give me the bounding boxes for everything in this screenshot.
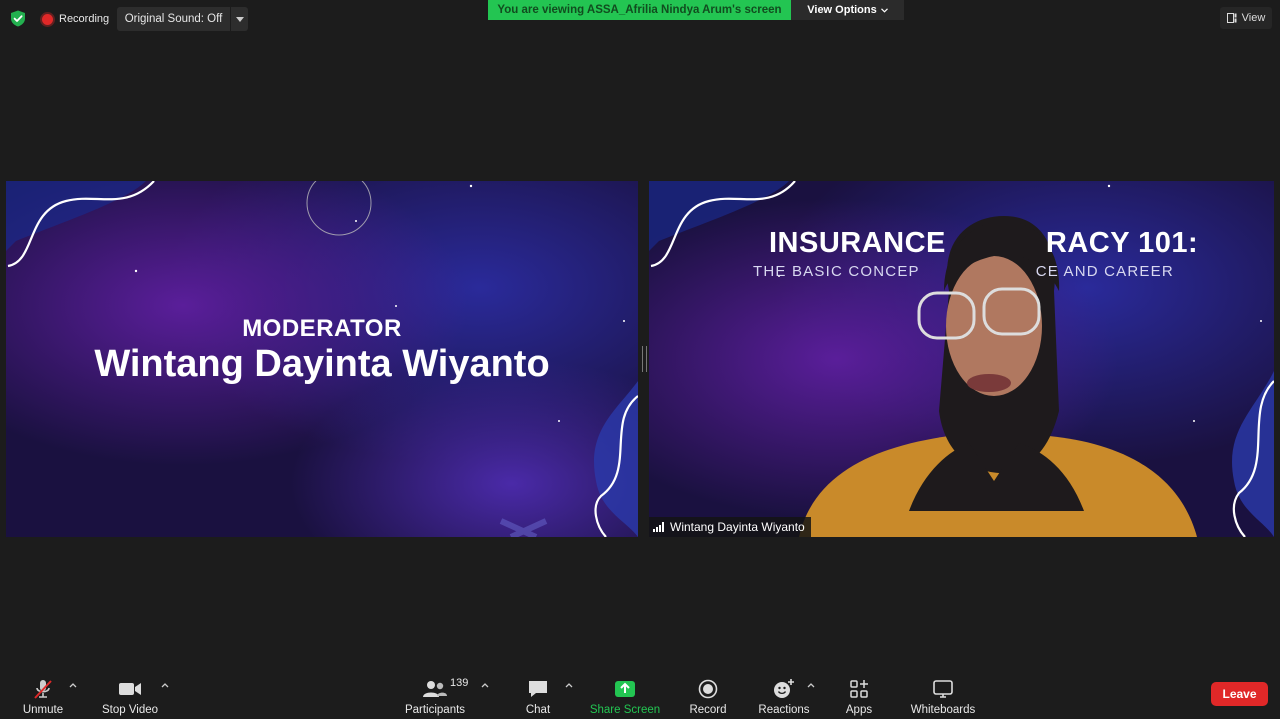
view-options-button[interactable]: View Options xyxy=(791,0,904,20)
view-label: View xyxy=(1241,12,1266,24)
stop-video-label: Stop Video xyxy=(101,704,159,716)
chat-label: Chat xyxy=(525,704,551,716)
record-button[interactable]: Record xyxy=(686,672,730,716)
viewing-screen-text: You are viewing ASSA_Afrilia Nindya Arum… xyxy=(497,4,782,16)
original-sound-label: Original Sound: Off xyxy=(124,13,223,25)
view-button[interactable]: View xyxy=(1220,7,1272,29)
record-label: Record xyxy=(689,704,727,716)
whiteboards-label: Whiteboards xyxy=(910,704,976,716)
tile-resize-handle[interactable] xyxy=(642,346,647,372)
view-icon xyxy=(1226,13,1237,23)
slide-subtitle: THE BASIC CONCEP CE AND CAREER xyxy=(753,263,1174,280)
encryption-shield-icon[interactable] xyxy=(10,10,26,27)
reactions-label: Reactions xyxy=(758,704,810,716)
audio-options-caret-icon[interactable] xyxy=(68,681,78,689)
share-screen-label: Share Screen xyxy=(589,704,661,716)
unmute-label: Unmute xyxy=(22,704,64,716)
participants-options-caret-icon[interactable] xyxy=(480,681,490,689)
whiteboard-icon xyxy=(933,680,953,698)
chat-button[interactable]: Chat xyxy=(518,672,558,716)
original-sound-dropdown[interactable] xyxy=(230,7,248,31)
mic-muted-icon xyxy=(34,680,52,699)
reactions-options-caret-icon[interactable] xyxy=(806,681,816,689)
participant-name: Wintang Dayinta Wiyanto xyxy=(670,520,805,534)
reactions-icon xyxy=(774,679,794,698)
slide-subtitle-right: CE AND CAREER xyxy=(1035,263,1174,280)
chat-bubble-icon xyxy=(529,681,547,697)
participants-label: Participants xyxy=(404,704,466,716)
slide-title: INSURANCE RACY 101: xyxy=(769,227,1198,260)
share-screen-button[interactable]: Share Screen xyxy=(590,672,660,716)
leave-button[interactable]: Leave xyxy=(1211,682,1268,706)
chat-options-caret-icon[interactable] xyxy=(564,681,574,689)
viewing-screen-banner: You are viewing ASSA_Afrilia Nindya Arum… xyxy=(488,0,791,20)
record-icon xyxy=(698,679,718,699)
original-sound-button[interactable]: Original Sound: Off xyxy=(117,7,230,31)
recording-dot-icon xyxy=(42,13,53,25)
caret-down-icon xyxy=(235,16,244,22)
recording-label: Recording xyxy=(59,13,110,25)
apps-label: Apps xyxy=(845,704,873,716)
participant-name-tag: Wintang Dayinta Wiyanto xyxy=(649,517,811,537)
participants-count: 139 xyxy=(450,677,469,689)
unmute-button[interactable]: Unmute xyxy=(18,672,68,716)
stop-video-button[interactable]: Stop Video xyxy=(98,672,162,716)
apps-button[interactable]: Apps xyxy=(840,672,878,716)
slide-title-left: INSURANCE xyxy=(769,227,946,259)
view-options-label: View Options xyxy=(807,4,877,16)
signal-icon xyxy=(653,522,664,532)
moderator-name: Wintang Dayinta Wiyanto xyxy=(94,343,550,385)
whiteboards-button[interactable]: Whiteboards xyxy=(906,672,980,716)
reactions-button[interactable]: Reactions xyxy=(756,672,812,716)
share-screen-icon xyxy=(615,681,635,697)
video-options-caret-icon[interactable] xyxy=(160,681,170,689)
leave-label: Leave xyxy=(1222,687,1257,701)
participants-icon xyxy=(423,681,447,697)
slide-title-right: RACY 101: xyxy=(1045,227,1199,259)
shared-screen-tile[interactable]: MODERATOR Wintang Dayinta Wiyanto xyxy=(6,181,638,537)
slide-subtitle-left: THE BASIC CONCEP xyxy=(753,263,920,280)
video-camera-icon xyxy=(119,683,141,695)
chevron-down-icon xyxy=(880,7,888,13)
recording-indicator[interactable]: Recording xyxy=(42,10,109,28)
apps-icon xyxy=(850,680,868,698)
moderator-label: MODERATOR xyxy=(242,315,402,342)
participant-video-tile[interactable]: INSURANCE RACY 101: THE BASIC CONCEP CE AN… xyxy=(649,181,1274,537)
